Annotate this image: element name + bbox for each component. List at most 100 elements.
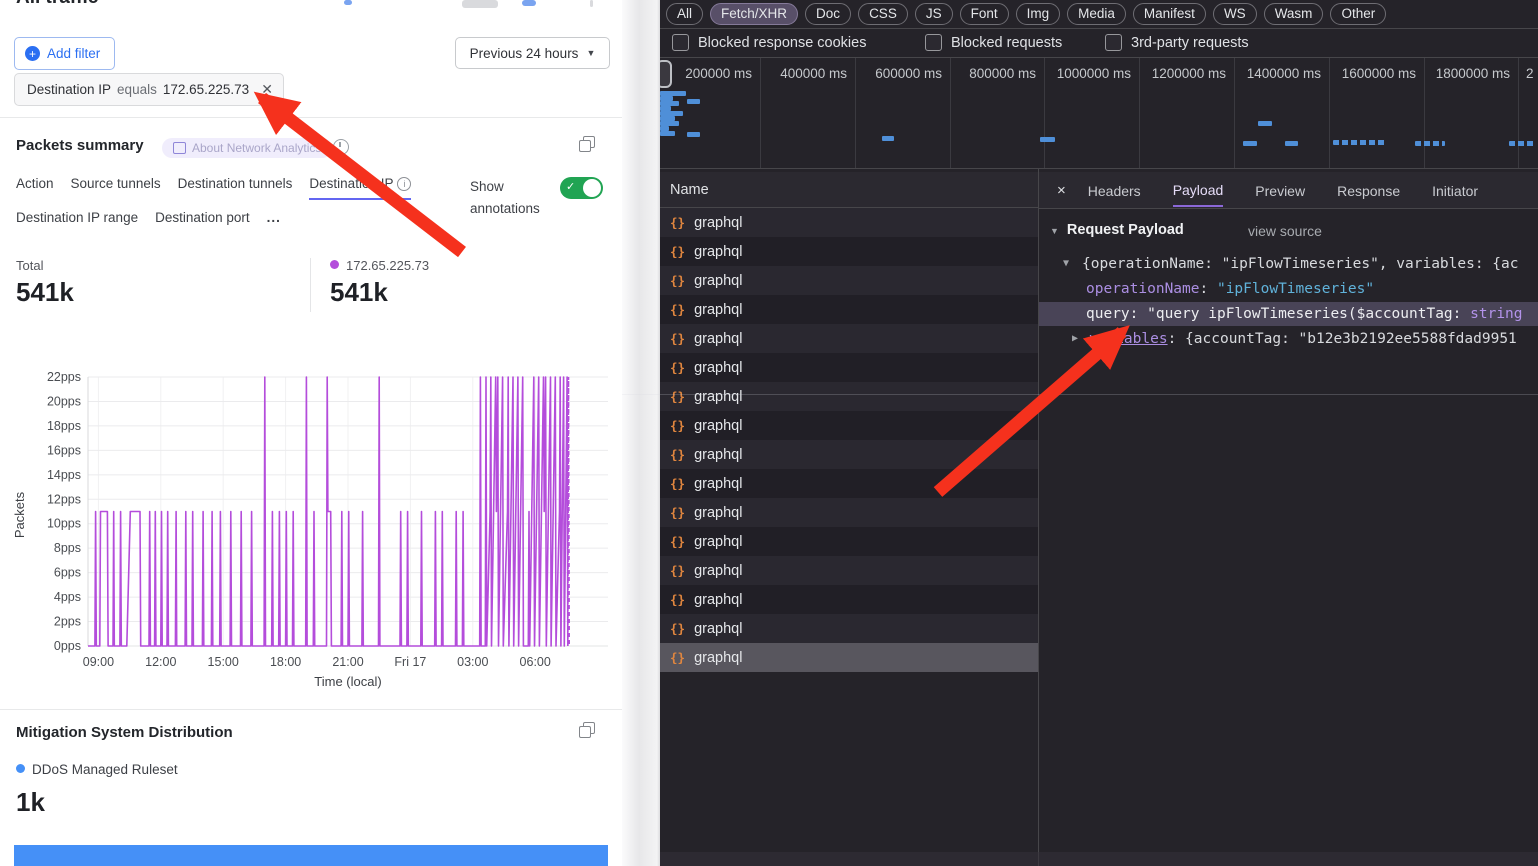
- timeline-gridline: [760, 58, 761, 168]
- filter-pill-other[interactable]: Other: [1330, 3, 1386, 25]
- payload-line[interactable]: ▼{operationName: "ipFlowTimeseries", var…: [1039, 252, 1538, 276]
- analytics-dashboard-panel: All traffic + Add filter Previous 24 hou…: [0, 0, 622, 866]
- request-row[interactable]: {}graphql: [660, 527, 1038, 556]
- filter-pill-js[interactable]: JS: [915, 3, 953, 25]
- expand-card-icon[interactable]: [579, 722, 594, 737]
- request-row[interactable]: {}graphql: [660, 498, 1038, 527]
- detail-tab-payload[interactable]: Payload: [1173, 174, 1224, 207]
- detail-tab-initiator[interactable]: Initiator: [1432, 175, 1478, 206]
- filter-pill-font[interactable]: Font: [960, 3, 1009, 25]
- request-row[interactable]: {}graphql: [660, 411, 1038, 440]
- request-name: graphql: [694, 418, 742, 434]
- summary-tab--[interactable]: ...: [267, 210, 281, 232]
- request-row[interactable]: {}graphql: [660, 295, 1038, 324]
- request-row[interactable]: {}graphql: [660, 208, 1038, 237]
- filter-pill-img[interactable]: Img: [1016, 3, 1061, 25]
- checkbox-label: Blocked response cookies: [698, 35, 866, 51]
- triangle-down-icon[interactable]: ▼: [1063, 252, 1069, 276]
- request-row[interactable]: {}graphql: [660, 237, 1038, 266]
- checkbox-blocked-response-cookies[interactable]: [672, 34, 689, 51]
- request-row[interactable]: {}graphql: [660, 585, 1038, 614]
- summary-tab-action[interactable]: Action: [16, 176, 54, 198]
- request-timing-bar[interactable]: [1509, 141, 1536, 146]
- request-timing-bar[interactable]: [687, 132, 700, 137]
- close-icon[interactable]: ✕: [261, 81, 273, 98]
- stat-ip-value: 541k: [330, 277, 429, 308]
- request-timing-bar[interactable]: [1415, 141, 1445, 146]
- checkbox-blocked-requests[interactable]: [925, 34, 942, 51]
- payload-value: {accountTag: "b12e3b2192ee5588fdad9951: [1185, 331, 1517, 347]
- request-name: graphql: [694, 215, 742, 231]
- summary-tab-destination-ip-range[interactable]: Destination IP range: [16, 210, 138, 232]
- payload-line[interactable]: query: "query ipFlowTimeseries($accountT…: [1039, 302, 1538, 326]
- add-filter-button[interactable]: + Add filter: [14, 37, 115, 70]
- timeline-gridline: [1518, 58, 1519, 168]
- stat-total-value: 541k: [16, 277, 74, 308]
- payload-line[interactable]: ▶variables: {accountTag: "b12e3b2192ee55…: [1039, 327, 1538, 351]
- filter-pill-media[interactable]: Media: [1067, 3, 1126, 25]
- request-timing-bar[interactable]: [687, 99, 700, 104]
- filter-pill-doc[interactable]: Doc: [805, 3, 851, 25]
- svg-text:Fri 17: Fri 17: [394, 655, 426, 669]
- view-source-link[interactable]: view source: [1248, 223, 1322, 239]
- request-row-selected[interactable]: {}graphql: [660, 643, 1038, 672]
- checkbox-label: Blocked requests: [951, 35, 1062, 51]
- check-icon: ✓: [566, 180, 575, 193]
- svg-text:14pps: 14pps: [47, 468, 81, 482]
- summary-tab-destination-ip[interactable]: Destination IPi: [309, 176, 411, 200]
- request-row[interactable]: {}graphql: [660, 440, 1038, 469]
- svg-text:Time (local): Time (local): [314, 674, 381, 689]
- triangle-right-icon[interactable]: ▶: [1072, 327, 1078, 351]
- filter-pill-all[interactable]: All: [666, 3, 703, 25]
- request-row[interactable]: {}graphql: [660, 469, 1038, 498]
- name-column-header[interactable]: Name: [660, 172, 1038, 208]
- request-timing-bar[interactable]: [1243, 141, 1257, 146]
- summary-tab-destination-port[interactable]: Destination port: [155, 210, 250, 232]
- filter-pill-fetch-xhr[interactable]: Fetch/XHR: [710, 3, 798, 25]
- scrollbar-thumb[interactable]: [660, 60, 672, 88]
- clipped-control: [522, 0, 536, 6]
- about-network-analytics-badge[interactable]: About Network Analytics: [162, 138, 332, 158]
- svg-text:03:00: 03:00: [457, 655, 488, 669]
- checkbox-3rd-party-requests[interactable]: [1105, 34, 1122, 51]
- toggle-knob: [583, 179, 601, 197]
- payload-value: query: [1086, 306, 1130, 322]
- filter-pill-wasm[interactable]: Wasm: [1264, 3, 1324, 25]
- request-timing-bar[interactable]: [1258, 121, 1272, 126]
- payload-value: string: [1470, 306, 1522, 322]
- page-title: All traffic: [16, 0, 98, 9]
- request-row[interactable]: {}graphql: [660, 556, 1038, 585]
- request-timing-bar[interactable]: [1040, 137, 1055, 142]
- book-icon: [173, 142, 186, 154]
- expand-card-icon[interactable]: [579, 136, 594, 151]
- request-row[interactable]: {}graphql: [660, 266, 1038, 295]
- payload-line[interactable]: operationName: "ipFlowTimeseries": [1039, 277, 1538, 301]
- request-row[interactable]: {}graphql: [660, 382, 1038, 411]
- summary-tab-source-tunnels[interactable]: Source tunnels: [71, 176, 161, 198]
- request-row[interactable]: {}graphql: [660, 614, 1038, 643]
- filter-chip-operator: equals: [117, 82, 157, 97]
- detail-tab-headers[interactable]: Headers: [1088, 175, 1141, 206]
- filter-pill-ws[interactable]: WS: [1213, 3, 1257, 25]
- devtools-panel: All Fetch/XHR Doc CSS JS Font Img Media Manifest…: [660, 0, 1538, 866]
- summary-tab-destination-tunnels[interactable]: Destination tunnels: [178, 176, 293, 198]
- request-timing-bar[interactable]: [1333, 140, 1385, 145]
- summary-tabs-row1: Action Source tunnels Destination tunnels D…: [16, 176, 411, 200]
- filter-pill-css[interactable]: CSS: [858, 3, 908, 25]
- time-range-dropdown[interactable]: Previous 24 hours ▼: [455, 37, 610, 69]
- filter-pill-manifest[interactable]: Manifest: [1133, 3, 1206, 25]
- timeline-tick-label: 1000000 ms: [1057, 66, 1131, 81]
- detail-tab-preview[interactable]: Preview: [1255, 175, 1305, 206]
- request-row[interactable]: {}graphql: [660, 353, 1038, 382]
- request-timing-bar[interactable]: [882, 136, 894, 141]
- request-timing-bar[interactable]: [660, 131, 675, 136]
- request-timing-bar[interactable]: [1285, 141, 1298, 146]
- close-icon[interactable]: ×: [1057, 182, 1066, 199]
- request-payload-section[interactable]: ▼Request Payload: [1050, 222, 1184, 238]
- svg-text:4pps: 4pps: [54, 590, 81, 604]
- request-row[interactable]: {}graphql: [660, 324, 1038, 353]
- detail-tab-response[interactable]: Response: [1337, 175, 1400, 206]
- show-annotations-toggle[interactable]: ✓: [560, 177, 603, 199]
- network-overview-timeline[interactable]: 200000 ms400000 ms600000 ms800000 ms1000…: [660, 58, 1538, 168]
- filter-chip[interactable]: Destination IP equals 172.65.225.73 ✕: [14, 73, 284, 106]
